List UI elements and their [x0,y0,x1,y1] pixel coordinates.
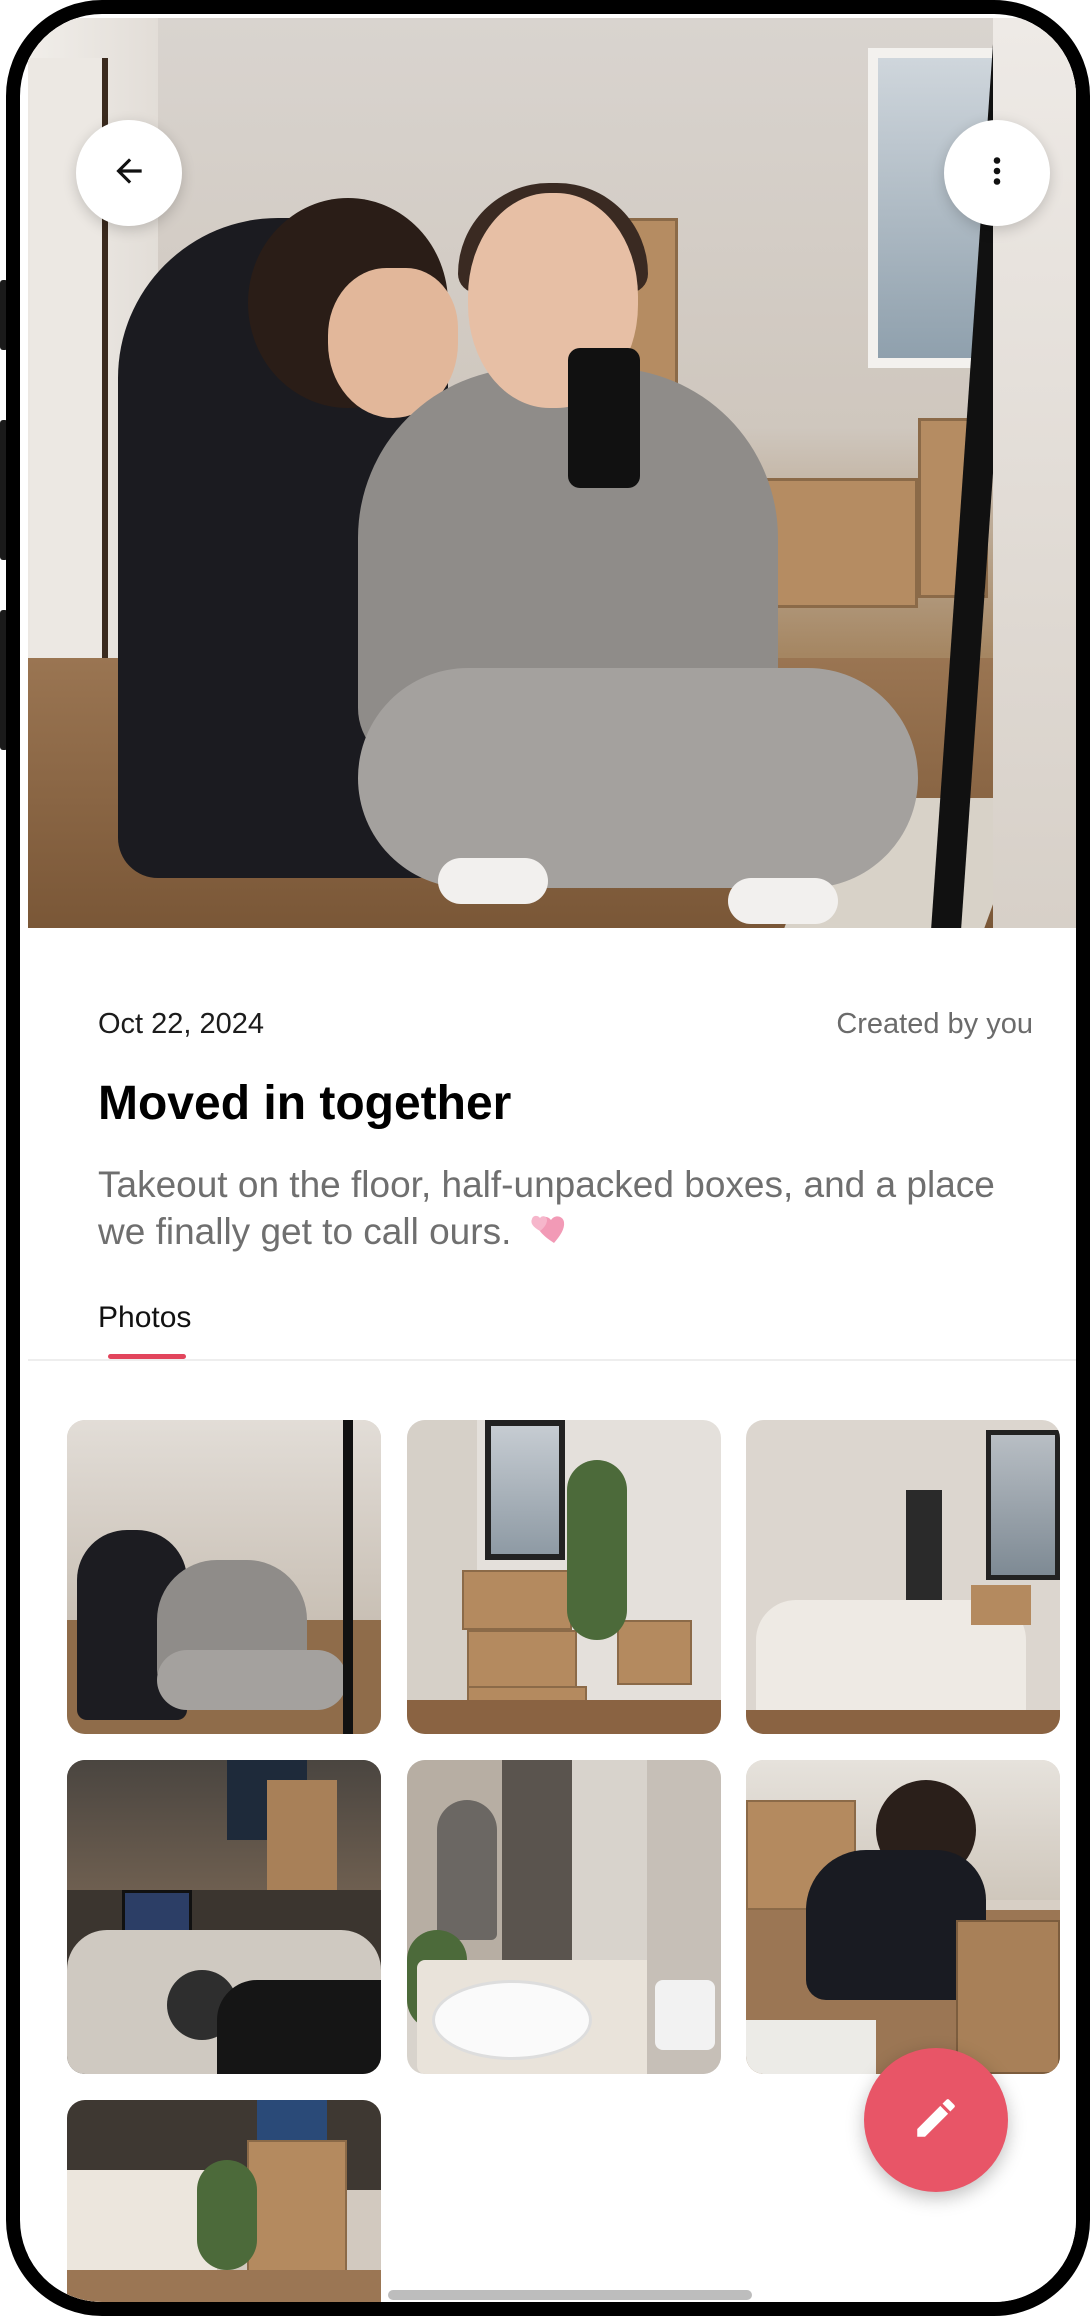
entry-date: Oct 22, 2024 [98,1008,265,1040]
hero-photo [28,18,1076,928]
two-hearts-emoji [528,1209,572,1260]
tab-divider [28,1359,1076,1361]
pencil-icon [911,2093,961,2148]
more-vertical-icon [979,153,1015,194]
edit-fab[interactable] [864,2048,1008,2192]
entry-description-block: Takeout on the floor, half-unpacked boxe… [98,1161,1028,1260]
photo-tile-3[interactable] [746,1420,1060,1734]
tab-photos[interactable]: Photos [98,1301,191,1335]
meta-row: Oct 22, 2024 Created by you [98,1008,1033,1041]
photo-tile-7[interactable] [67,2100,381,2302]
more-options-button[interactable] [944,120,1050,226]
photo-tile-4[interactable] [67,1760,381,2074]
photo-tile-2[interactable] [407,1420,721,1734]
photo-tile-5[interactable] [407,1760,721,2074]
arrow-left-icon [110,152,148,195]
back-button[interactable] [76,120,182,226]
created-by-label: Created by you [836,1008,1033,1040]
photo-tile-6[interactable] [746,1760,1060,2074]
phone-frame: Oct 22, 2024 Created by you Moved in tog… [6,0,1090,2316]
photo-tile-1[interactable] [67,1420,381,1734]
screen: Oct 22, 2024 Created by you Moved in tog… [28,18,1076,2302]
home-indicator[interactable] [388,2290,752,2300]
entry-title: Moved in together [98,1077,512,1130]
